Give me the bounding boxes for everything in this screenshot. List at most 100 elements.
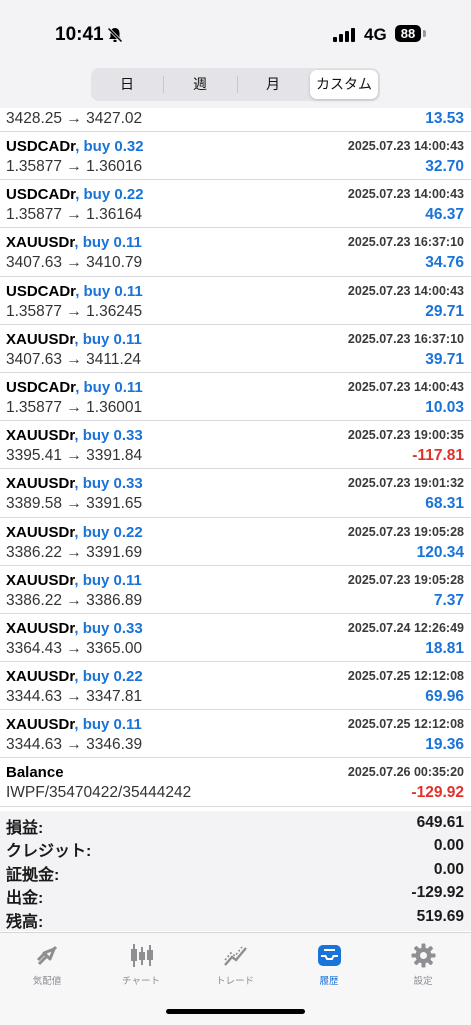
deal-datetime: 2025.07.25 12:12:08 [347, 669, 464, 684]
tab-history[interactable]: 履歴 [282, 933, 376, 993]
tab-quotes[interactable]: 気配値 [0, 933, 94, 993]
tab-settings[interactable]: 設定 [376, 933, 470, 993]
deal-prices: 3344.63 → 3347.81 [6, 688, 143, 706]
deal-type: , buy 0.32 [75, 138, 144, 155]
deal-prices: 3428.25 → 3427.02 [6, 110, 143, 127]
deal-datetime: 2025.07.23 14:00:43 [347, 379, 464, 394]
deal-row[interactable]: XAUUSDr, buy 0.11 2025.07.23 16:37:10 3407… [0, 325, 471, 373]
deal-profit: 46.37 [425, 206, 464, 224]
deal-datetime: 2025.07.24 12:26:49 [347, 620, 464, 635]
deal-symbol: USDCADr, buy 0.32 [6, 138, 144, 155]
deal-datetime: 2025.07.23 19:01:32 [347, 476, 464, 491]
deal-prices: 1.35877 → 1.36016 [6, 158, 143, 175]
deal-symbol-name: USDCADr [6, 138, 76, 155]
deal-row[interactable]: USDCADr, buy 0.32 2025.07.23 14:00:43 1.35… [0, 132, 471, 181]
deal-symbol: XAUUSDr, buy 0.11 [6, 572, 142, 589]
cellular-signal-icon [333, 28, 355, 42]
deal-symbol-name: XAUUSDr [6, 523, 75, 541]
summary-row: 証拠金: 0.00 [0, 858, 471, 884]
network-type: 4G [364, 25, 387, 44]
tab-label: トレード [215, 976, 254, 987]
tab-chart[interactable]: チャート [94, 933, 188, 993]
deal-profit: 39.71 [425, 350, 464, 368]
deal-symbol: XAUUSDr, buy 0.11 [6, 331, 142, 348]
deal-row[interactable]: USDCADr, buy 0.11 2025.07.23 14:00:43 1.35… [0, 373, 471, 422]
segment-custom[interactable]: カスタム [310, 70, 378, 99]
deal-prices: 1.35877 → 1.36001 [6, 398, 143, 416]
deal-profit: 29.71 [425, 302, 464, 320]
summary-row: 損益: 649.61 [0, 811, 471, 837]
deal-row[interactable]: USDCADr, buy 0.11 2025.07.23 14:00:43 1.35… [0, 277, 471, 325]
summary-row: 残高: 519.69 [0, 905, 471, 931]
deal-row[interactable]: XAUUSDr, buy 0.33 2025.07.23 19:01:32 3389… [0, 469, 471, 518]
deal-prices: 3386.22 → 3386.89 [6, 591, 143, 609]
deal-datetime: 2025.07.25 12:12:08 [347, 717, 464, 732]
deal-profit: 19.36 [425, 736, 464, 754]
tab-trade[interactable]: トレード [188, 933, 282, 993]
silent-bell-icon [107, 27, 123, 43]
deal-prices: 3386.22 → 3391.69 [6, 543, 143, 561]
deal-row[interactable]: USDCADr, buy 0.22 2025.07.23 14:00:43 1.35… [0, 180, 471, 229]
deal-type: , buy 0.11 [74, 571, 142, 589]
deal-symbol-name: XAUUSDr [6, 716, 75, 734]
deal-datetime: 2025.07.23 16:37:10 [347, 235, 464, 250]
deal-symbol: XAUUSDr, buy 0.33 [6, 620, 143, 637]
deal-type: , buy 0.11 [74, 234, 142, 252]
period-segmented-control: 日 週 月 カスタム [91, 68, 380, 101]
battery-nub [423, 30, 426, 37]
deal-prices: 3407.63 → 3410.79 [6, 254, 143, 272]
deal-profit: 69.96 [425, 688, 464, 706]
deal-row[interactable]: XAUUSDr, buy 0.33 2025.07.23 19:00:35 3395… [0, 421, 471, 470]
account-summary: 損益: 649.61 クレジット: 0.00 証拠金: 0.00 出金: -129.92 残高:… [0, 811, 471, 931]
deal-row[interactable]: XAUUSDr, buy 0.33 2025.07.24 12:26:49 3364… [0, 614, 471, 663]
deal-type: , buy 0.33 [74, 619, 143, 637]
deal-prices: IWPF/35470422/35444242 [6, 784, 192, 802]
segment-month[interactable]: 月 [238, 70, 308, 99]
deal-symbol-name: XAUUSDr [6, 234, 75, 252]
summary-value: -129.92 [411, 884, 464, 902]
deal-type: , buy 0.33 [74, 475, 143, 493]
deal-prices: 3407.63 → 3411.24 [6, 350, 142, 368]
history-list[interactable]: 3428.25 → 3427.02 13.53 USDCADr, buy 0.3… [0, 108, 471, 807]
deal-datetime: 2025.07.23 19:05:28 [347, 572, 464, 587]
deal-symbol: Balance [6, 764, 64, 781]
deal-profit: 7.37 [433, 591, 464, 609]
deal-row[interactable]: XAUUSDr, buy 0.22 2025.07.23 19:05:28 3386… [0, 518, 471, 566]
deal-symbol: USDCADr, buy 0.11 [6, 283, 143, 300]
deal-datetime: 2025.07.23 14:00:43 [347, 139, 464, 153]
segment-week[interactable]: 週 [164, 70, 236, 99]
summary-value: 0.00 [433, 860, 464, 878]
deal-type: , buy 0.33 [74, 427, 143, 445]
deal-type: , buy 0.11 [75, 282, 143, 300]
segment-day[interactable]: 日 [93, 70, 161, 99]
deal-profit: 18.81 [425, 639, 464, 657]
deal-row[interactable]: XAUUSDr, buy 0.11 2025.07.23 19:05:28 3386… [0, 566, 471, 614]
deal-row[interactable]: XAUUSDr, buy 0.11 2025.07.23 16:37:10 3407… [0, 228, 471, 277]
deal-prices: 1.35877 → 1.36245 [6, 302, 143, 320]
deal-prices: 1.35877 → 1.36164 [6, 206, 143, 224]
deal-profit: 32.70 [425, 158, 464, 175]
summary-row: 出金: -129.92 [0, 881, 471, 907]
status-time: 10:41 [55, 24, 104, 45]
home-indicator[interactable] [166, 1009, 305, 1014]
deal-symbol-name: Balance [6, 764, 64, 782]
balance-row[interactable]: Balance 2025.07.26 00:35:20 IWPF/35470422/… [0, 758, 471, 807]
tab-label: チャート [122, 976, 160, 987]
deal-type: , buy 0.11 [75, 378, 143, 396]
deal-symbol-name: USDCADr [6, 282, 76, 300]
battery-icon: 88 [395, 25, 421, 42]
deal-profit: 120.34 [416, 543, 464, 561]
deal-row[interactable]: XAUUSDr, buy 0.22 2025.07.25 12:12:08 3344… [0, 662, 471, 711]
deal-datetime: 2025.07.23 14:00:43 [347, 283, 464, 298]
deal-row[interactable]: XAUUSDr, buy 0.11 2025.07.25 12:12:08 3344… [0, 710, 471, 759]
deal-symbol-name: XAUUSDr [6, 475, 75, 493]
deal-prices: 3344.63 → 3346.39 [6, 736, 143, 754]
deal-type: , buy 0.22 [74, 668, 143, 686]
deal-symbol: USDCADr, buy 0.22 [6, 186, 144, 203]
deal-profit: -117.81 [412, 447, 464, 465]
deal-row[interactable]: 3428.25 → 3427.02 13.53 [0, 108, 471, 132]
quotes-arrows-icon [36, 945, 58, 966]
deal-profit: 34.76 [425, 254, 464, 272]
deal-datetime: 2025.07.26 00:35:20 [347, 765, 464, 780]
deal-symbol: XAUUSDr, buy 0.11 [6, 234, 142, 251]
